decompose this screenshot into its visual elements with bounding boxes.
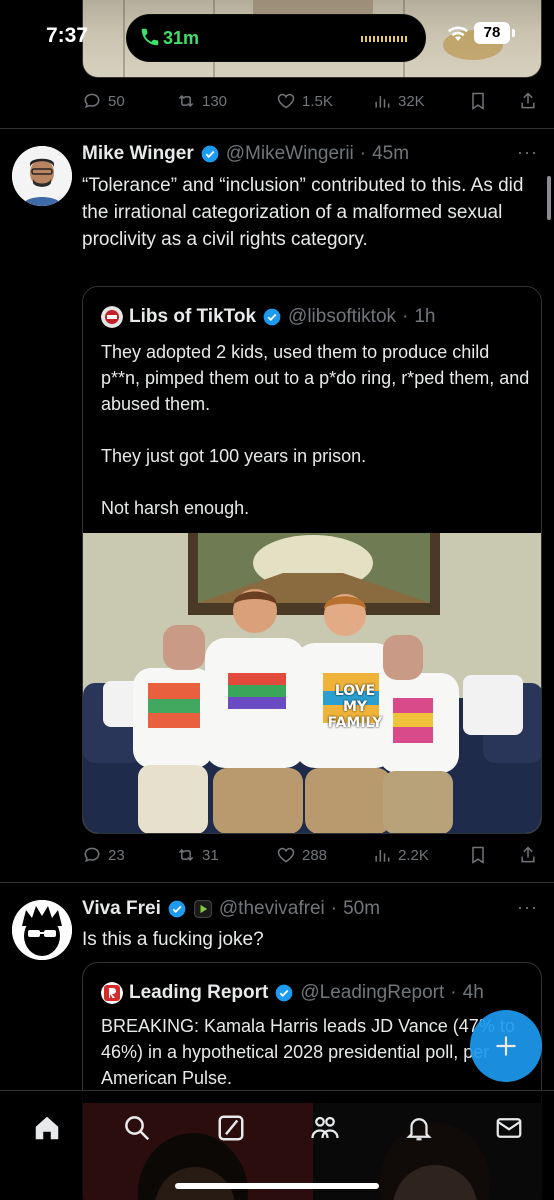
heart-icon [277, 93, 295, 109]
views-icon [375, 850, 390, 862]
search-icon[interactable] [122, 1113, 152, 1143]
avatar[interactable] [12, 900, 72, 960]
rumble-badge-icon [194, 900, 212, 918]
bookmark-icon [472, 846, 484, 864]
tweet-divider [0, 128, 554, 129]
shirt-text: LOVE MY FAMILY [327, 683, 383, 731]
author-name[interactable]: Mike Winger [82, 143, 194, 165]
quoted-tweet-time: 1h [414, 306, 436, 327]
heart-icon [277, 847, 295, 863]
battery-tip [512, 29, 515, 37]
verified-badge-icon [168, 900, 186, 918]
audio-waveform [361, 36, 407, 42]
separator: · [359, 143, 367, 164]
notifications-icon[interactable] [404, 1113, 434, 1143]
tweet-text: Is this a fucking joke? [82, 929, 264, 950]
like-button[interactable]: 1.5K [276, 86, 333, 116]
quoted-tweet-text: They adopted 2 kids, used them to produc… [101, 342, 530, 518]
home-indicator[interactable] [175, 1183, 379, 1189]
tweet-time: 50m [343, 898, 381, 919]
quoted-tweet-header: Leading Report @LeadingReport · 4h [101, 979, 484, 1007]
share-icon [521, 92, 535, 109]
separator: · [402, 306, 409, 327]
author-name[interactable]: Viva Frei [82, 898, 161, 920]
scrollbar[interactable] [547, 176, 551, 220]
repost-button[interactable]: 31 [176, 840, 219, 870]
quoted-author-handle[interactable]: @LeadingReport [300, 982, 444, 1004]
grok-icon[interactable] [216, 1113, 246, 1143]
views-count: 32K [398, 92, 425, 110]
avatar-photo [12, 146, 72, 206]
quoted-tweet-time: 4h [462, 982, 484, 1003]
quoted-tweet-photo[interactable]: LOVE MY FAMILY [83, 533, 541, 833]
phone-call-icon [141, 28, 159, 46]
like-button[interactable]: 288 [276, 840, 327, 870]
verified-badge-icon [276, 984, 293, 1002]
quoted-tweet[interactable]: Libs of TikTok @libsoftiktok · 1h They a… [82, 286, 542, 834]
views-count: 2.2K [398, 846, 429, 864]
author-handle[interactable]: @MikeWingerii [226, 143, 354, 165]
share-button[interactable] [518, 840, 538, 870]
battery-indicator: 78 [474, 22, 510, 44]
leading-report-avatar [101, 982, 123, 1004]
avatar[interactable] [12, 146, 72, 206]
separator: · [330, 898, 338, 919]
call-duration: 31m [163, 28, 200, 48]
bookmark-button[interactable] [468, 86, 488, 116]
tweet-divider [0, 882, 554, 883]
repost-icon [178, 848, 194, 862]
verified-badge-icon [201, 145, 219, 163]
more-options-icon[interactable]: ··· [517, 897, 538, 918]
tweet-actions: 23 31 288 2.2K [82, 840, 542, 870]
dynamic-island-call[interactable]: 31m [126, 14, 426, 62]
like-count: 1.5K [302, 92, 333, 110]
quoted-author-name[interactable]: Leading Report [129, 982, 268, 1004]
quoted-author-name[interactable]: Libs of TikTok [129, 306, 256, 328]
quoted-tweet-text: BREAKING: Kamala Harris leads JD Vance (… [101, 1016, 515, 1088]
author-handle[interactable]: @thevivafrei [219, 898, 325, 920]
communities-icon[interactable] [310, 1113, 340, 1143]
libs-of-tiktok-avatar [101, 306, 123, 328]
bookmark-icon [472, 92, 484, 110]
separator: · [450, 982, 457, 1003]
views-button[interactable]: 2.2K [372, 840, 429, 870]
repost-count: 130 [202, 92, 228, 110]
quoted-author-handle[interactable]: @libsoftiktok [288, 306, 396, 328]
tweet-text: “Tolerance” and “inclusion” contributed … [82, 175, 524, 250]
compose-icon [496, 1036, 516, 1056]
like-count: 288 [302, 846, 328, 864]
repost-count: 31 [202, 846, 219, 864]
repost-button[interactable]: 130 [176, 86, 227, 116]
tweet-header: Viva Frei @thevivafrei · 50m [82, 895, 380, 923]
bookmark-button[interactable] [468, 840, 488, 870]
reply-count: 50 [108, 92, 125, 110]
status-bar: 7:37 31m 78 [0, 0, 554, 80]
quoted-tweet-header: Libs of TikTok @libsoftiktok · 1h [101, 303, 436, 331]
compose-button[interactable] [470, 1010, 542, 1082]
more-options-icon[interactable]: ··· [517, 142, 538, 163]
reply-button[interactable]: 50 [82, 86, 125, 116]
views-button[interactable]: 32K [372, 86, 425, 116]
tweet-header: Mike Winger @MikeWingerii · 45m [82, 140, 409, 168]
reply-icon [84, 93, 100, 109]
tweet-time: 45m [372, 143, 410, 164]
previous-tweet-actions: 50 130 1.5K 32K [82, 86, 542, 116]
avatar-illustration [12, 900, 72, 960]
share-button[interactable] [518, 86, 538, 116]
repost-icon [178, 94, 194, 108]
reply-button[interactable]: 23 [82, 840, 125, 870]
reply-count: 23 [108, 846, 125, 864]
reply-icon [84, 847, 100, 863]
wifi-icon [448, 26, 468, 41]
verified-badge-icon [263, 308, 281, 326]
messages-icon[interactable] [494, 1113, 524, 1143]
home-icon[interactable] [32, 1113, 62, 1143]
status-time: 7:37 [46, 24, 89, 47]
share-icon [521, 846, 535, 863]
family-photo [83, 533, 541, 833]
views-icon [375, 96, 390, 108]
